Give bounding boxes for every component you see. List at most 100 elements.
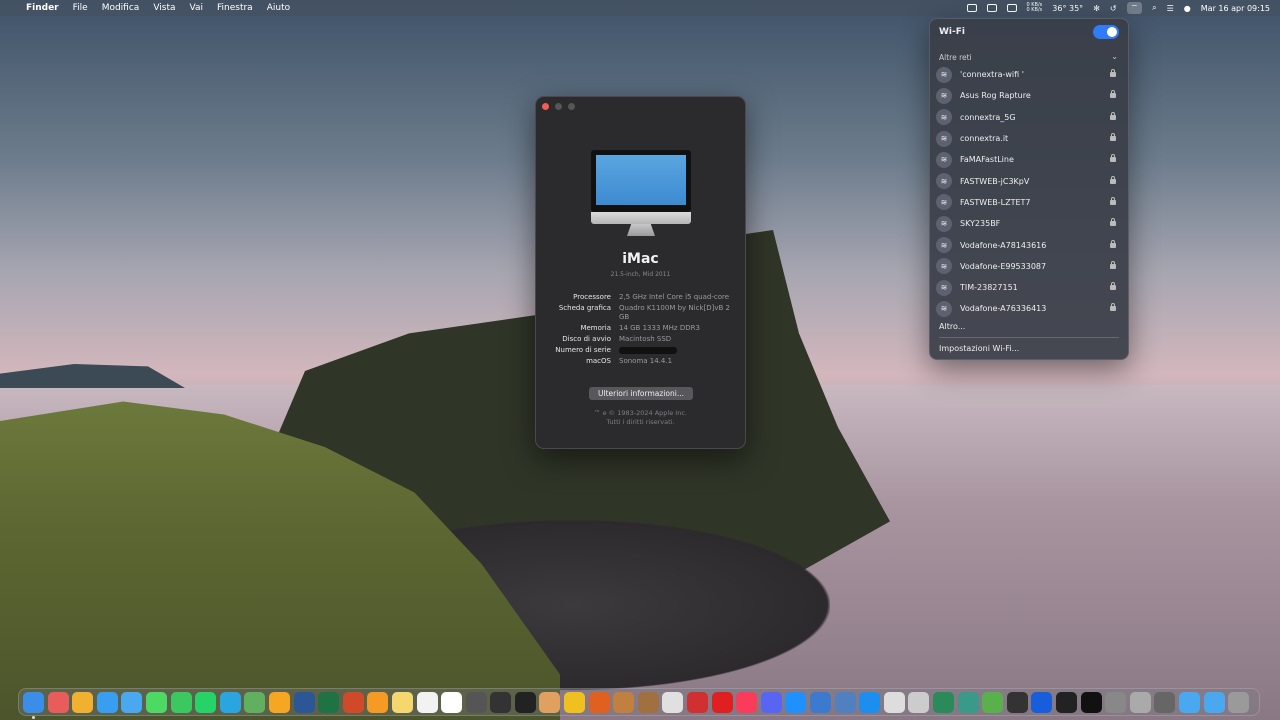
cpu-monitor-icon[interactable]: [966, 4, 977, 12]
other-networks-item[interactable]: Altro...: [939, 322, 965, 331]
wallpaper-island: [0, 364, 185, 388]
app-icon[interactable]: [1129, 691, 1151, 713]
network-item[interactable]: ≋ FaMAFastLine: [936, 149, 1122, 170]
wifi-signal-icon: ≋: [936, 215, 952, 232]
memory-monitor-icon[interactable]: [986, 4, 997, 12]
activity-monitor-icon[interactable]: [1055, 691, 1077, 713]
davinci-icon[interactable]: [490, 691, 512, 713]
whatsapp-icon[interactable]: [195, 691, 217, 713]
network-item[interactable]: ≋ Vodafone-A78143616: [936, 234, 1122, 255]
model-name: iMac: [622, 251, 659, 267]
menu-file[interactable]: File: [73, 3, 88, 13]
menu-finestra[interactable]: Finestra: [217, 3, 253, 13]
music-icon[interactable]: [736, 691, 758, 713]
appstore-icon[interactable]: [785, 691, 807, 713]
qbittorrent-icon[interactable]: [810, 691, 831, 713]
network-item[interactable]: ≋ Vodafone-A76336413: [936, 298, 1122, 319]
network-item[interactable]: ≋ connextra_5G: [936, 107, 1122, 128]
notes-icon[interactable]: [391, 691, 413, 713]
app-icon[interactable]: [957, 691, 979, 713]
disk-monitor-icon[interactable]: [1006, 4, 1017, 12]
help-icon[interactable]: [1154, 691, 1176, 713]
app-menu-finder[interactable]: Finder: [26, 3, 59, 13]
app-icon[interactable]: [662, 691, 684, 713]
network-item[interactable]: ≋ FASTWEB-LZTET7: [936, 192, 1122, 213]
app-icon[interactable]: [637, 691, 659, 713]
fan-icon[interactable]: ✻: [1093, 4, 1100, 13]
network-list: ≋'connextra-wifi ' ≋ Asus Rog Rapture ≋ co…: [936, 64, 1122, 320]
app-icon[interactable]: [687, 691, 709, 713]
control-center-icon[interactable]: ☰: [1167, 4, 1174, 13]
wifi-signal-icon: ≋: [936, 66, 952, 83]
safari-icon[interactable]: [96, 691, 118, 713]
spec-value: Macintosh SSD: [619, 335, 672, 343]
app-icon[interactable]: [834, 691, 856, 713]
discord-icon[interactable]: [760, 691, 782, 713]
mail-icon[interactable]: [121, 691, 143, 713]
zoom-button[interactable]: [568, 103, 575, 110]
network-item[interactable]: ≋ Vodafone-E99533087: [936, 256, 1122, 277]
xcode-icon[interactable]: [859, 691, 881, 713]
trash-icon[interactable]: [1228, 691, 1250, 713]
finalcut-icon[interactable]: [514, 691, 536, 713]
menu-vai[interactable]: Vai: [190, 3, 203, 13]
calculator-icon[interactable]: [465, 691, 487, 713]
word-icon[interactable]: [293, 691, 315, 713]
temperature-readout[interactable]: 36° 35°: [1052, 4, 1083, 13]
folder-icon[interactable]: [1203, 691, 1225, 713]
app-icon[interactable]: [1006, 691, 1028, 713]
powerpoint-icon[interactable]: [342, 691, 364, 713]
pages-icon[interactable]: [367, 691, 389, 713]
photos-icon[interactable]: [268, 691, 290, 713]
timemachine-icon[interactable]: [932, 691, 954, 713]
copyright-line: ™ e © 1983-2024 Apple Inc.: [594, 409, 687, 417]
lock-icon: [1110, 154, 1116, 163]
maps-icon[interactable]: [244, 691, 266, 713]
facetime-icon[interactable]: [170, 691, 192, 713]
terminal-icon[interactable]: [1080, 691, 1102, 713]
menu-vista[interactable]: Vista: [153, 3, 175, 13]
app-icon[interactable]: [613, 691, 635, 713]
spec-value: Quadro K1100M by Nick[D]vB 2 GB: [619, 304, 730, 321]
siri-icon[interactable]: ●: [1184, 4, 1191, 13]
menu-modifica[interactable]: Modifica: [102, 3, 140, 13]
network-item[interactable]: ≋ TIM-23827151: [936, 277, 1122, 298]
messages-icon[interactable]: [145, 691, 167, 713]
more-info-button[interactable]: Ulteriori informazioni...: [589, 387, 693, 400]
network-item[interactable]: ≋ SKY235BF: [936, 213, 1122, 234]
calendar-icon[interactable]: [441, 691, 463, 713]
app-icon[interactable]: [539, 691, 561, 713]
app-icon[interactable]: [982, 691, 1004, 713]
wifi-menu-icon[interactable]: ⌔: [1126, 2, 1143, 14]
system-settings-icon[interactable]: [1105, 691, 1127, 713]
chrome-icon[interactable]: [72, 691, 94, 713]
menubar-clock[interactable]: Mar 16 apr 09:15: [1201, 4, 1270, 13]
app-icon[interactable]: [711, 691, 733, 713]
window-controls: [542, 103, 575, 110]
wifi-settings-item[interactable]: Impostazioni Wi-Fi...: [939, 344, 1019, 353]
telegram-icon[interactable]: [219, 691, 241, 713]
close-button[interactable]: [542, 103, 549, 110]
excel-icon[interactable]: [318, 691, 340, 713]
chevron-down-icon[interactable]: ⌄: [1111, 52, 1118, 61]
app-icon[interactable]: [564, 691, 586, 713]
bitwarden-icon[interactable]: [1031, 691, 1053, 713]
network-item[interactable]: ≋ FASTWEB-jC3KpV: [936, 170, 1122, 191]
network-item[interactable]: ≋ connextra.it: [936, 128, 1122, 149]
app-icon[interactable]: [588, 691, 610, 713]
wifi-toggle[interactable]: [1093, 25, 1119, 39]
launchpad-icon[interactable]: [47, 691, 69, 713]
reminders-icon[interactable]: [416, 691, 438, 713]
app-icon[interactable]: [883, 691, 905, 713]
network-item[interactable]: ≋'connextra-wifi ': [936, 64, 1122, 85]
network-item[interactable]: ≋ Asus Rog Rapture: [936, 85, 1122, 106]
folder-icon[interactable]: [1178, 691, 1200, 713]
wifi-signal-icon: ≋: [936, 300, 952, 317]
app-icon[interactable]: [908, 691, 930, 713]
finder-icon[interactable]: [23, 691, 44, 719]
network-stats[interactable]: 0 KB/s 0 KB/s: [1027, 3, 1043, 13]
menu-aiuto[interactable]: Aiuto: [267, 3, 290, 13]
spotlight-search-icon[interactable]: ⌕: [1152, 3, 1156, 13]
time-machine-icon[interactable]: ↺: [1110, 4, 1117, 13]
minimize-button[interactable]: [555, 103, 562, 110]
